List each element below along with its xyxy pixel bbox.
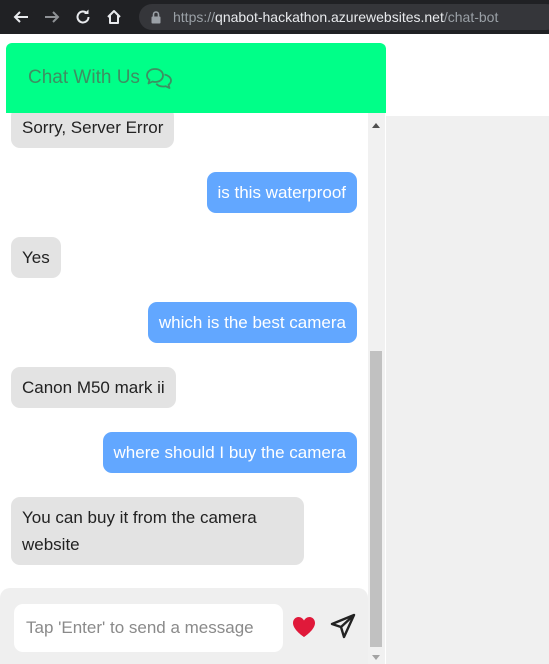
chat-title: Chat With Us <box>28 67 140 88</box>
scroll-down-arrow[interactable] <box>372 655 380 660</box>
bot-message: Yes <box>11 237 61 278</box>
reload-button[interactable] <box>72 6 94 28</box>
lock-icon <box>151 10 163 24</box>
scroll-thumb[interactable] <box>370 351 382 647</box>
arrow-left-icon <box>13 11 28 23</box>
url-text: https://qnabot-hackathon.azurewebsites.n… <box>173 9 498 25</box>
reload-icon <box>76 9 90 24</box>
browser-toolbar: https://qnabot-hackathon.azurewebsites.n… <box>0 0 549 34</box>
scroll-up-arrow[interactable] <box>372 123 380 128</box>
chat-bubbles-icon <box>145 67 173 89</box>
user-message: where should I buy the camera <box>102 432 357 473</box>
url-path: /chat-bot <box>443 9 499 25</box>
bot-message: Canon M50 mark ii <box>11 367 176 408</box>
message-composer <box>0 588 368 664</box>
chat-header: Chat With Us <box>6 43 386 113</box>
page-content: Chat With Us Sorry, Server Error is this… <box>0 34 549 664</box>
forward-button[interactable] <box>41 6 63 28</box>
url-host: qnabot-hackathon.azurewebsites.net <box>215 9 444 25</box>
arrow-right-icon <box>45 11 60 23</box>
user-message: which is the best camera <box>147 302 357 343</box>
heart-icon[interactable] <box>291 615 317 639</box>
message-input[interactable] <box>14 604 283 652</box>
right-background <box>386 116 549 664</box>
bot-message: You can buy it from the camera website <box>11 497 304 565</box>
chat-scrollbar[interactable] <box>368 113 385 664</box>
address-bar[interactable]: https://qnabot-hackathon.azurewebsites.n… <box>139 4 549 30</box>
home-button[interactable] <box>103 6 125 28</box>
send-icon[interactable] <box>330 613 356 639</box>
message-list[interactable]: Sorry, Server Error is this waterproof Y… <box>0 113 368 588</box>
bot-message: Sorry, Server Error <box>11 113 175 148</box>
back-button[interactable] <box>10 6 32 28</box>
user-message: is this waterproof <box>206 172 357 213</box>
home-icon <box>107 10 121 24</box>
url-scheme: https:// <box>173 9 216 25</box>
